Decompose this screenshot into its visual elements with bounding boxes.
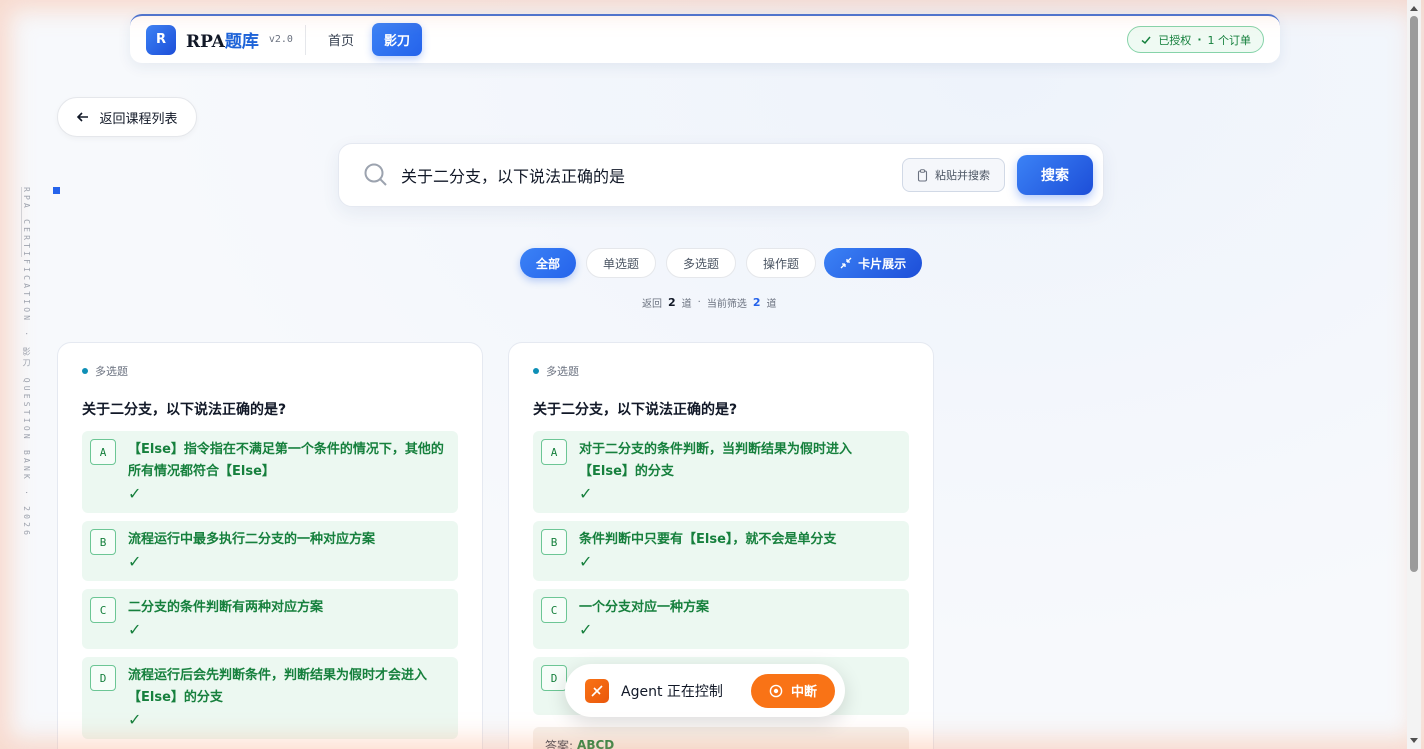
scroll-thumb[interactable] — [1410, 16, 1418, 572]
option-text: 流程运行后会先判断条件，判断结果为假时才会进入【Else】的分支 — [128, 668, 428, 705]
option-a[interactable]: A 对于二分支的条件判断，当判断结果为假时进入【Else】的分支 ✓ — [533, 431, 909, 513]
app-logo: R — [146, 24, 176, 55]
correct-check-icon: ✓ — [579, 552, 593, 571]
app-title-prefix: RPA — [186, 32, 225, 52]
nav-yingdao[interactable]: 影刀 — [371, 23, 422, 56]
question-type-tag: 多选题 — [82, 363, 458, 379]
option-letter: C — [90, 597, 116, 623]
scroll-down-arrow-icon[interactable] — [1410, 738, 1418, 743]
question-type-label: 多选题 — [546, 365, 579, 378]
check-icon — [1141, 36, 1151, 44]
paste-button-label: 粘贴并搜索 — [935, 169, 990, 182]
filter-single-choice[interactable]: 单选题 — [586, 248, 657, 278]
app-title[interactable]: RPA题库 — [186, 27, 259, 52]
correct-check-icon: ✓ — [128, 710, 142, 729]
result-unit-2: 道 — [766, 299, 777, 310]
nav-divider — [304, 24, 306, 55]
question-card: 多选题 关于二分支，以下说法正确的是? A 【Else】指令指在不满足第一个条件… — [57, 342, 483, 749]
agent-icon — [585, 678, 609, 703]
question-title: 关于二分支，以下说法正确的是? — [533, 402, 738, 418]
option-text: 二分支的条件判断有两种对应方案 — [128, 600, 324, 615]
collapse-icon — [840, 257, 852, 269]
correct-check-icon: ✓ — [579, 620, 593, 639]
stop-icon — [769, 684, 783, 697]
app-title-suffix: 题库 — [224, 32, 259, 52]
result-dot: · — [697, 297, 701, 308]
app-version: v2.0 — [268, 34, 293, 45]
back-to-courses-button[interactable]: 返回课程列表 — [57, 97, 197, 137]
result-unit-1: 道 — [681, 299, 692, 310]
search-input[interactable] — [401, 165, 902, 185]
card-view-toggle[interactable]: 卡片展示 — [824, 248, 923, 278]
answer-row: 答案: ABCD — [533, 727, 909, 749]
option-b[interactable]: B 流程运行中最多执行二分支的一种对应方案 ✓ — [82, 521, 458, 581]
clipboard-icon — [917, 168, 928, 182]
correct-check-icon: ✓ — [128, 620, 142, 639]
page-scrollbar[interactable] — [1407, 0, 1421, 749]
result-count: 返回 2 道 · 当前筛选 2 道 — [642, 295, 777, 310]
license-badge: 已授权 · 1 个订单 — [1127, 26, 1264, 53]
scroll-up-arrow-icon[interactable] — [1410, 6, 1418, 11]
option-letter: D — [90, 665, 116, 691]
option-letter: B — [90, 529, 116, 555]
option-b[interactable]: B 条件判断中只要有【Else】，就不会是单分支 ✓ — [533, 521, 909, 581]
arrow-left-icon — [77, 112, 89, 122]
type-dot — [533, 368, 539, 374]
filter-operation[interactable]: 操作题 — [746, 248, 817, 278]
result-prefix: 返回 — [642, 299, 662, 310]
option-text: 条件判断中只要有【Else】，就不会是单分支 — [579, 532, 837, 547]
interrupt-button[interactable]: 中断 — [750, 673, 835, 708]
interrupt-button-label: 中断 — [790, 685, 817, 700]
question-type-label: 多选题 — [95, 365, 128, 378]
type-dot — [82, 368, 88, 374]
answer-label: 答案: — [545, 738, 574, 749]
nav-home[interactable]: 首页 — [316, 23, 366, 56]
option-letter: C — [541, 597, 567, 623]
correct-check-icon: ✓ — [128, 552, 142, 571]
result-returned-count: 2 — [668, 296, 676, 309]
correct-check-icon: ✓ — [128, 484, 142, 503]
agent-control-bar: Agent 正在控制 中断 — [565, 664, 845, 717]
option-letter: B — [541, 529, 567, 555]
option-letter: D — [541, 665, 567, 691]
option-c[interactable]: C 一个分支对应一种方案 ✓ — [533, 589, 909, 649]
side-text-line1: RPA CERTIFICATION · 影刀 QUESTION — [22, 187, 31, 442]
side-text-line2: BANK · 2026 — [22, 449, 31, 539]
question-type-tag: 多选题 — [533, 363, 909, 379]
option-c[interactable]: C 二分支的条件判断有两种对应方案 ✓ — [82, 589, 458, 649]
question-title: 关于二分支，以下说法正确的是? — [82, 402, 287, 418]
answer-value: ABCD — [577, 738, 615, 749]
search-button[interactable]: 搜索 — [1017, 155, 1093, 195]
option-a[interactable]: A 【Else】指令指在不满足第一个条件的情况下，其他的所有情况都符合【Else… — [82, 431, 458, 513]
option-text: 【Else】指令指在不满足第一个条件的情况下，其他的所有情况都符合【Else】 — [128, 442, 444, 479]
option-text: 一个分支对应一种方案 — [579, 600, 710, 615]
option-text: 对于二分支的条件判断，当判断结果为假时进入【Else】的分支 — [579, 442, 853, 479]
card-view-label: 卡片展示 — [858, 256, 907, 271]
paste-and-search-button[interactable]: 粘贴并搜索 — [902, 158, 1005, 192]
search-box: 粘贴并搜索 搜索 — [338, 143, 1104, 207]
top-nav-bar: R RPA题库 v2.0 首页 影刀 已授权 · 1 个订单 — [130, 14, 1280, 63]
result-filter-prefix: 当前筛选 — [706, 299, 747, 310]
license-separator: · — [1197, 33, 1202, 46]
filter-all[interactable]: 全部 — [520, 248, 577, 278]
back-button-label: 返回课程列表 — [99, 111, 178, 127]
side-accent-square — [53, 187, 60, 194]
option-letter: A — [541, 439, 567, 465]
side-vertical-text: RPA CERTIFICATION · 影刀 QUESTION BANK · 2… — [21, 187, 32, 538]
option-text: 流程运行中最多执行二分支的一种对应方案 — [128, 532, 376, 547]
license-orders: 1 个订单 — [1207, 33, 1252, 47]
license-status: 已授权 — [1158, 33, 1192, 47]
option-d[interactable]: D 流程运行后会先判断条件，判断结果为假时才会进入【Else】的分支 ✓ — [82, 657, 458, 739]
filter-multiple-choice[interactable]: 多选题 — [666, 248, 737, 278]
correct-check-icon: ✓ — [579, 484, 593, 503]
agent-status-text: Agent 正在控制 — [621, 683, 723, 700]
option-letter: A — [90, 439, 116, 465]
question-type-filters: 全部 单选题 多选题 操作题 卡片展示 — [520, 248, 923, 278]
search-icon — [364, 163, 387, 186]
result-filtered-count: 2 — [752, 296, 761, 309]
option-list: A 【Else】指令指在不满足第一个条件的情况下，其他的所有情况都符合【Else… — [82, 431, 458, 739]
